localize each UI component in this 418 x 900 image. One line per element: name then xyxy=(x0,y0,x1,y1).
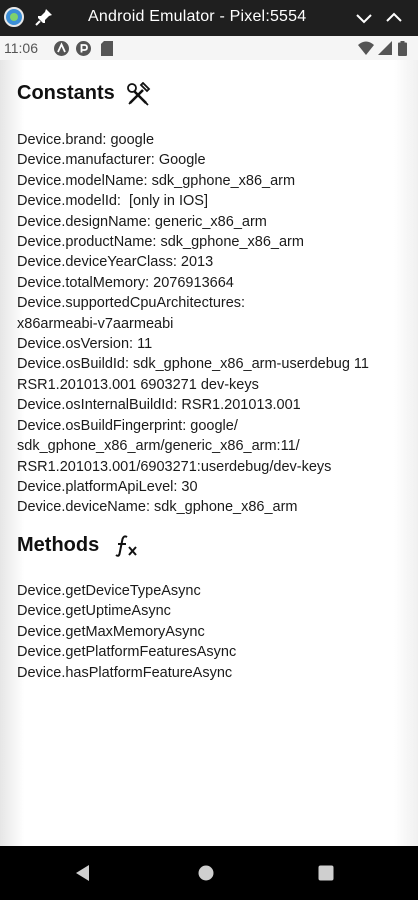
constant-line: Device.osBuildFingerprint: google/ xyxy=(17,417,238,434)
tools-icon xyxy=(127,82,151,106)
constants-list: Device.brand: google Device.manufacturer… xyxy=(17,130,407,518)
methods-heading: Methods xyxy=(17,534,100,556)
wifi-icon xyxy=(358,41,374,55)
constant-line: Device.totalMemory: 2076913664 xyxy=(17,274,234,291)
function-icon xyxy=(115,535,137,557)
constant-line: Device.designName: generic_x86_arm xyxy=(17,213,267,230)
constant-line: x86armeabi-v7aarmeabi xyxy=(17,315,174,332)
constant-line: Device.supportedCpuArchitectures: xyxy=(17,295,246,312)
method-item[interactable]: Device.getMaxMemoryAsync xyxy=(17,622,407,642)
method-item[interactable]: Device.hasPlatformFeatureAsync xyxy=(17,663,407,683)
recents-icon[interactable] xyxy=(317,864,335,882)
constant-line: Device.platformApiLevel: 30 xyxy=(17,478,198,495)
constant-line: RSR1.201013.001 6903271 dev-keys xyxy=(17,376,259,393)
app-content[interactable]: Constants Device.brand: google Device.ma… xyxy=(0,60,418,846)
chevron-down-icon[interactable] xyxy=(354,8,374,28)
method-item[interactable]: Device.getPlatformFeaturesAsync xyxy=(17,642,407,662)
constant-line: Device.brand: google xyxy=(17,132,155,148)
signal-icon xyxy=(378,41,392,55)
method-item[interactable]: Device.getDeviceTypeAsync xyxy=(17,581,407,601)
android-nav-bar xyxy=(0,846,418,900)
emulator-window: Android Emulator - Pixel:5554 11:06 Cons… xyxy=(0,0,418,900)
constant-line: Device.modelId: [only in IOS] xyxy=(17,193,208,210)
battery-icon xyxy=(398,41,407,56)
window-title: Android Emulator - Pixel:5554 xyxy=(88,8,307,25)
method-item[interactable]: Device.getUptimeAsync xyxy=(17,601,407,621)
chevron-up-icon[interactable] xyxy=(384,8,404,28)
constants-heading: Constants xyxy=(17,82,115,104)
constant-line: Device.deviceName: sdk_gphone_x86_arm xyxy=(17,499,298,516)
emulator-app-icon[interactable] xyxy=(4,7,24,27)
notification-p-icon xyxy=(76,41,91,56)
notification-a-icon xyxy=(54,41,69,56)
methods-list: Device.getDeviceTypeAsync Device.getUpti… xyxy=(17,581,407,683)
constant-line: Device.modelName: sdk_gphone_x86_arm xyxy=(17,172,296,189)
status-time: 11:06 xyxy=(4,40,38,56)
constant-line: Device.productName: sdk_gphone_x86_arm xyxy=(17,234,304,251)
constant-line: Device.deviceYearClass: 2013 xyxy=(17,254,214,271)
constant-line: sdk_gphone_x86_arm/generic_x86_arm:11/ xyxy=(17,438,300,455)
sd-card-icon xyxy=(101,41,113,56)
back-icon[interactable] xyxy=(74,864,92,882)
pin-icon[interactable] xyxy=(34,7,54,27)
constant-line: Device.osInternalBuildId: RSR1.201013.00… xyxy=(17,397,301,414)
emulator-title-bar: Android Emulator - Pixel:5554 xyxy=(0,0,418,36)
android-status-bar: 11:06 xyxy=(0,36,418,60)
constant-line: RSR1.201013.001/6903271:userdebug/dev-ke… xyxy=(17,458,332,475)
constant-line: Device.manufacturer: Google xyxy=(17,152,206,169)
home-icon[interactable] xyxy=(197,864,215,882)
constant-line: Device.osVersion: 11 xyxy=(17,336,153,353)
constant-line: Device.osBuildId: sdk_gphone_x86_arm-use… xyxy=(17,356,369,373)
